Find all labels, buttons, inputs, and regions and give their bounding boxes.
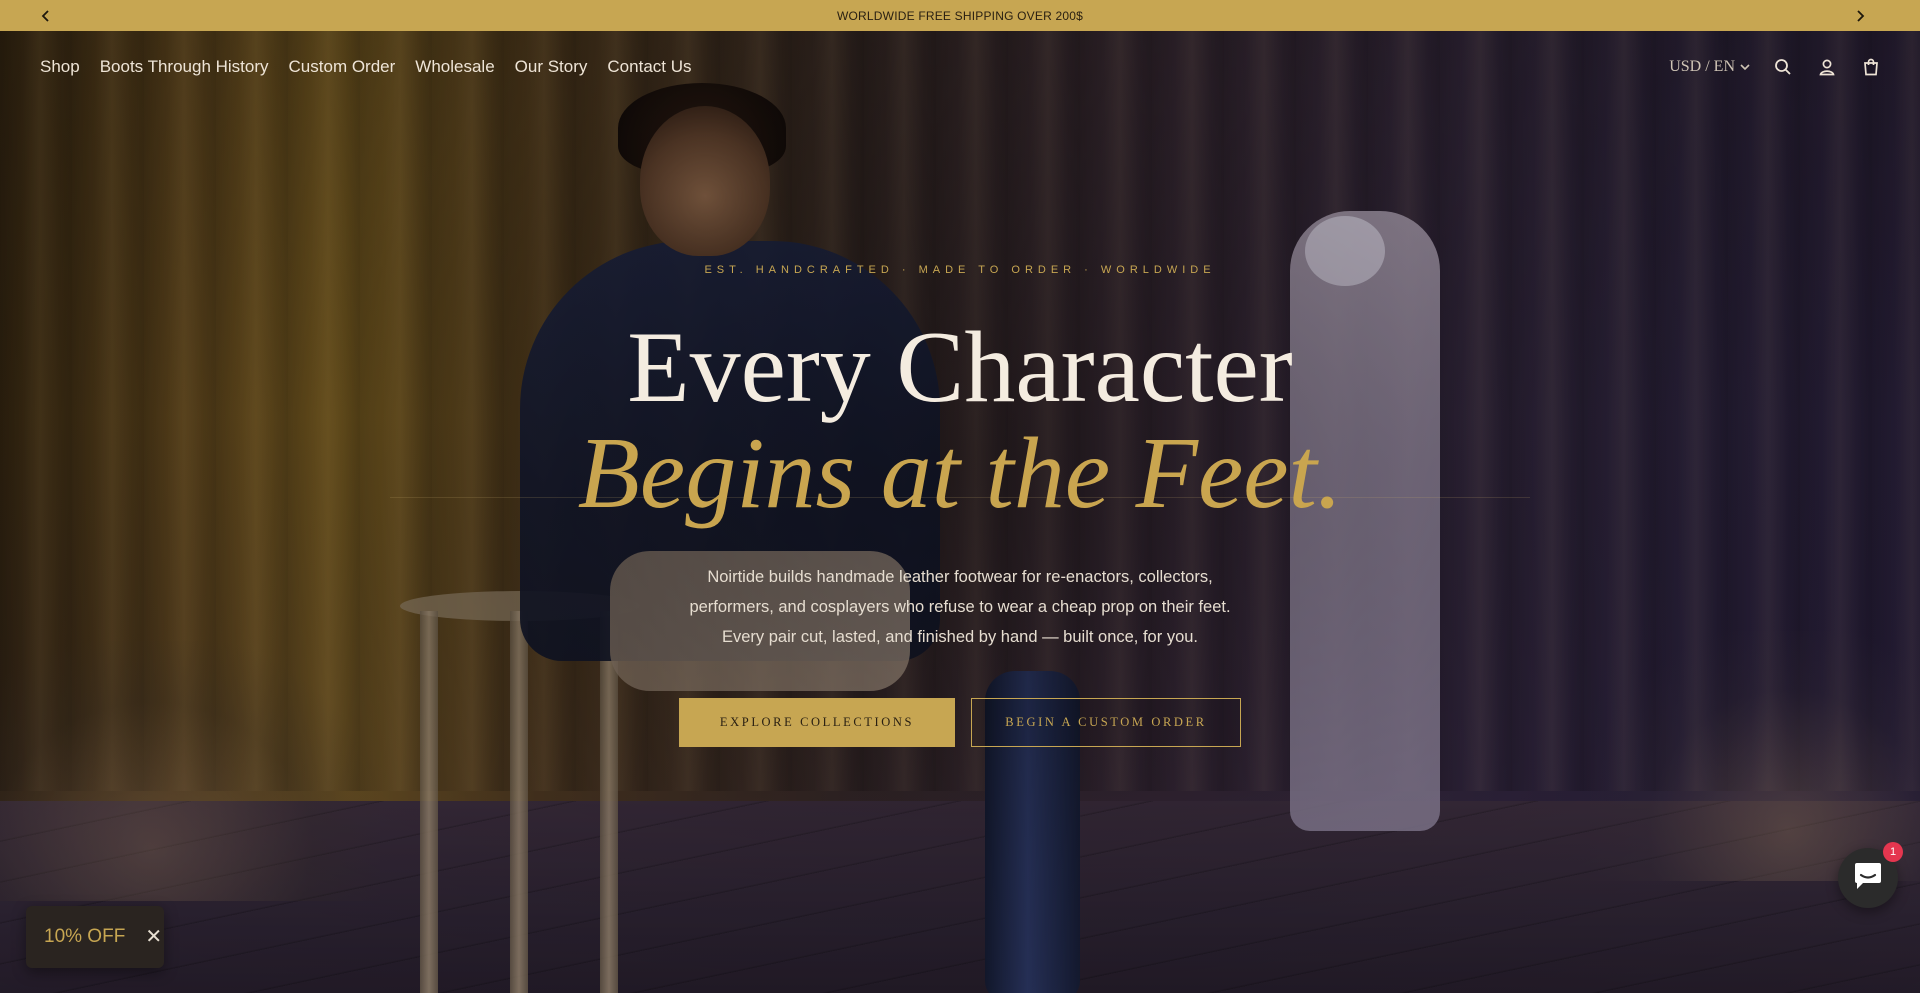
- nav-item-custom-order[interactable]: Custom Order: [289, 57, 396, 77]
- locale-selector[interactable]: USD / EN: [1669, 58, 1750, 76]
- hero-description-line1: Noirtide builds handmade leather footwea…: [707, 568, 1213, 586]
- search-icon[interactable]: [1772, 56, 1794, 78]
- chat-icon: [1851, 861, 1885, 896]
- nav-item-boots-through-history[interactable]: Boots Through History: [100, 57, 269, 77]
- cart-icon[interactable]: [1860, 56, 1882, 78]
- nav-item-shop[interactable]: Shop: [40, 57, 80, 77]
- hero-description-line2: performers, and cosplayers who refuse to…: [689, 598, 1231, 616]
- chat-badge: 1: [1883, 842, 1903, 862]
- hero-description-line3: Every pair cut, lasted, and finished by …: [721, 628, 1199, 646]
- begin-custom-order-button[interactable]: BEGIN A CUSTOM ORDER: [971, 698, 1241, 747]
- close-icon[interactable]: ✕: [145, 927, 162, 947]
- nav-item-contact-us[interactable]: Contact Us: [607, 57, 691, 77]
- discount-popup: 10% OFF ✕: [26, 906, 164, 968]
- account-icon[interactable]: [1816, 56, 1838, 78]
- hero-description: Noirtide builds handmade leather footwea…: [660, 562, 1260, 652]
- discount-label[interactable]: 10% OFF: [44, 926, 125, 948]
- explore-collections-button[interactable]: EXPLORE COLLECTIONS: [679, 698, 955, 747]
- site-header: Shop Boots Through History Custom Order …: [0, 31, 1920, 103]
- hero-headline-line1: Every Character: [627, 311, 1293, 424]
- nav-item-wholesale[interactable]: Wholesale: [415, 57, 494, 77]
- chevron-right-icon[interactable]: [1844, 0, 1875, 31]
- chevron-down-icon: [1740, 58, 1750, 76]
- nav-item-our-story[interactable]: Our Story: [515, 57, 588, 77]
- announcement-bar: WORLDWIDE FREE SHIPPING OVER 200$: [0, 0, 1920, 31]
- hero-eyebrow: EST. HANDCRAFTED · MADE TO ORDER · WORLD…: [704, 264, 1216, 276]
- locale-label: USD / EN: [1669, 58, 1735, 75]
- hero-headline-line2: Begins at the Feet.: [577, 417, 1343, 530]
- header-actions: USD / EN: [1669, 31, 1882, 103]
- main-nav: Shop Boots Through History Custom Order …: [40, 31, 692, 103]
- announcement-text: WORLDWIDE FREE SHIPPING OVER 200$: [837, 8, 1083, 23]
- chevron-left-icon[interactable]: [30, 0, 61, 31]
